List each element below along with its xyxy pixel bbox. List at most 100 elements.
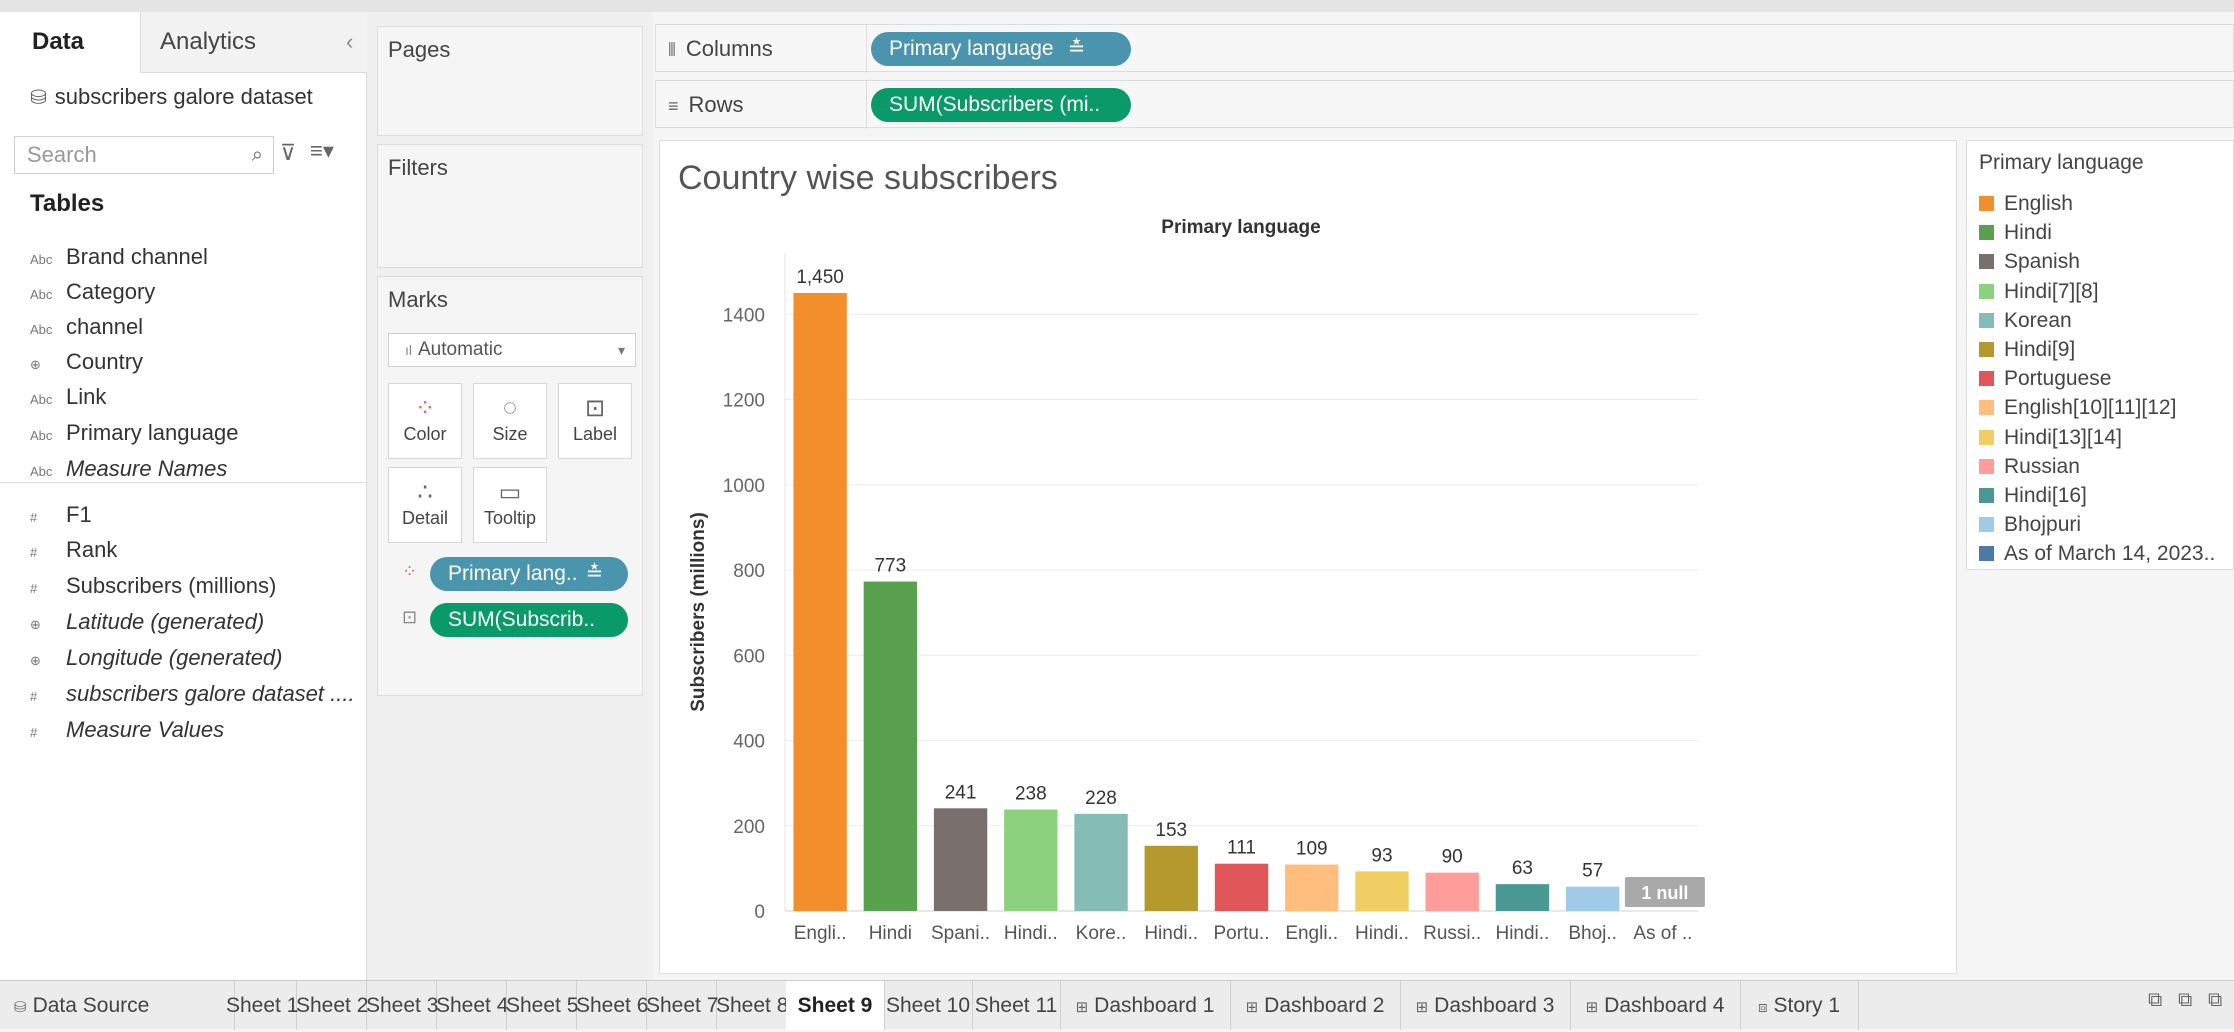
- bar-value-label: 109: [1296, 839, 1328, 860]
- filter-icon[interactable]: ⊽: [280, 140, 296, 166]
- sheet-tab[interactable]: Sheet 6: [576, 981, 648, 1030]
- sheet-tab[interactable]: Sheet 8: [716, 981, 788, 1030]
- legend-item[interactable]: Spanish: [1979, 247, 2080, 276]
- bar-value-label: 1,450: [796, 267, 844, 288]
- legend-item[interactable]: Russian: [1979, 452, 2080, 481]
- field-item[interactable]: # Measure Values: [30, 713, 224, 747]
- field-type-icon: #: [30, 545, 38, 560]
- legend-item[interactable]: Bhojpuri: [1979, 510, 2081, 539]
- legend-label: Hindi[7][8]: [2004, 279, 2099, 303]
- sheet-tab[interactable]: Sheet 5: [506, 981, 579, 1030]
- size-button[interactable]: ◌ Size: [473, 383, 547, 459]
- collapse-pane-icon[interactable]: ‹: [346, 12, 353, 72]
- legend-item[interactable]: Hindi[13][14]: [1979, 423, 2122, 452]
- field-item[interactable]: Abc channel: [30, 310, 143, 344]
- sheet-tab[interactable]: Sheet 3: [366, 981, 438, 1030]
- label-button[interactable]: ⊡ Label: [558, 383, 632, 459]
- y-tick-label: 600: [733, 646, 765, 667]
- field-item[interactable]: # Subscribers (millions): [30, 569, 276, 603]
- tab-data-source[interactable]: ⛁ Data Source: [0, 981, 235, 1030]
- field-item[interactable]: Abc Primary language: [30, 416, 238, 450]
- sheet-tab[interactable]: Sheet 2: [296, 981, 369, 1030]
- bar-value-label: 228: [1085, 788, 1117, 809]
- new-sheet-icon[interactable]: ⧉: [2148, 989, 2162, 1012]
- field-item[interactable]: ⊕ Latitude (generated): [30, 605, 264, 639]
- columns-pill-label: Primary language: [889, 37, 1054, 60]
- legend-item[interactable]: Hindi[9]: [1979, 335, 2075, 364]
- detail-button[interactable]: ∴ Detail: [388, 467, 462, 543]
- sheet-tab[interactable]: Sheet 1: [226, 981, 298, 1030]
- sheet-tab-label: Sheet 2: [296, 994, 369, 1017]
- rows-shelf[interactable]: ≡ Rows SUM(Subscribers (mi..: [655, 80, 2234, 129]
- field-name: Latitude (generated): [66, 609, 265, 634]
- sheet-tab[interactable]: ⊞ Dashboard 3: [1400, 981, 1571, 1030]
- sheet-tab[interactable]: Sheet 9: [786, 981, 885, 1030]
- search-icon[interactable]: ⌕: [252, 137, 263, 173]
- datasource-icon: ⛁: [30, 87, 47, 109]
- color-button[interactable]: ⁘ Color: [388, 383, 462, 459]
- bar: [1144, 845, 1198, 911]
- rows-pill-sum-subscribers[interactable]: SUM(Subscribers (mi..: [871, 88, 1131, 122]
- search-input[interactable]: Search ⌕: [14, 136, 274, 174]
- field-item[interactable]: Abc Brand channel: [30, 240, 208, 274]
- sheet-tab[interactable]: ⧈ Story 1: [1740, 981, 1859, 1030]
- field-item[interactable]: ⊕ Longitude (generated): [30, 641, 283, 675]
- legend-item[interactable]: Hindi: [1979, 218, 2052, 247]
- sheet-tab[interactable]: Sheet 10: [884, 981, 973, 1030]
- sheet-tab[interactable]: Sheet 4: [436, 981, 508, 1030]
- sheet-tab[interactable]: Sheet 11: [972, 981, 1061, 1030]
- sheet-tab-label: Sheet 7: [646, 994, 719, 1017]
- columns-shelf[interactable]: ⦀ Columns Primary language ≛: [655, 24, 2234, 73]
- pages-shelf[interactable]: Pages: [377, 26, 643, 136]
- field-item[interactable]: ⊕ Country: [30, 345, 143, 379]
- sheet-tab-label: Sheet 11: [974, 994, 1058, 1017]
- color-legend[interactable]: Primary language English Hindi Spanish Hind…: [1966, 140, 2234, 570]
- legend-item[interactable]: English[10][11][12]: [1979, 393, 2176, 422]
- label-pill-sum-subscribers[interactable]: SUM(Subscrib..: [430, 603, 628, 637]
- mark-type-dropdown[interactable]: ıl Automatic ▾: [388, 333, 636, 367]
- columns-pill-primary-language[interactable]: Primary language ≛: [871, 32, 1131, 66]
- field-item[interactable]: # subscribers galore dataset ....: [30, 677, 355, 711]
- columns-text: Columns: [685, 36, 773, 61]
- legend-item[interactable]: Hindi[16]: [1979, 481, 2087, 510]
- tab-analytics[interactable]: Analytics: [160, 12, 256, 72]
- new-dashboard-icon[interactable]: ⧉: [2178, 989, 2192, 1012]
- legend-label: Bhojpuri: [2004, 513, 2082, 537]
- view-options-icon[interactable]: ≡▾: [310, 138, 334, 164]
- tab-data[interactable]: Data: [32, 12, 84, 72]
- legend-title: Primary language: [1979, 151, 2144, 174]
- columns-shelf-label: ⦀ Columns: [668, 25, 773, 73]
- bar-value-label: 153: [1155, 820, 1187, 841]
- color-label: Color: [403, 424, 447, 444]
- legend-item[interactable]: Korean: [1979, 306, 2072, 335]
- new-story-icon[interactable]: ⧉: [2208, 989, 2222, 1012]
- story-tab-icon: ⧈: [1757, 999, 1768, 1016]
- color-pill-primary-language[interactable]: Primary lang.. ≛: [430, 557, 628, 591]
- datasource-item[interactable]: ⛁ subscribers galore dataset: [30, 84, 313, 110]
- field-item[interactable]: Abc Measure Names: [30, 452, 227, 486]
- sheet-tab-label: Story 1: [1773, 994, 1841, 1017]
- legend-swatch: [1979, 254, 1994, 270]
- legend-item[interactable]: As of March 14, 2023..: [1979, 539, 2215, 568]
- legend-swatch: [1979, 196, 1994, 211]
- bar: [1214, 863, 1269, 911]
- search-placeholder: Search: [27, 142, 97, 167]
- mark-type-icon: ıl: [405, 342, 412, 358]
- field-item[interactable]: Abc Link: [30, 380, 106, 414]
- field-item[interactable]: Abc Category: [30, 275, 155, 309]
- sheet-tab[interactable]: ⊞ Dashboard 4: [1570, 981, 1741, 1030]
- sheet-tab[interactable]: ⊞ Dashboard 2: [1230, 981, 1401, 1030]
- sheet-tab[interactable]: Sheet 7: [646, 981, 719, 1030]
- legend-item[interactable]: English: [1979, 189, 2073, 218]
- legend-item[interactable]: Hindi[7][8]: [1979, 277, 2099, 306]
- legend-item[interactable]: Portuguese: [1979, 364, 2111, 393]
- sheet-tab-label: Sheet 5: [506, 994, 579, 1017]
- tooltip-button[interactable]: ▭ Tooltip: [473, 467, 547, 543]
- bar: [863, 581, 918, 911]
- tooltip-icon: ▭: [498, 479, 522, 506]
- field-item[interactable]: # F1: [30, 498, 92, 532]
- field-item[interactable]: # Rank: [30, 533, 117, 567]
- field-type-icon: #: [30, 510, 38, 525]
- sheet-tab[interactable]: ⊞ Dashboard 1: [1060, 981, 1231, 1030]
- filters-shelf[interactable]: Filters: [377, 144, 643, 268]
